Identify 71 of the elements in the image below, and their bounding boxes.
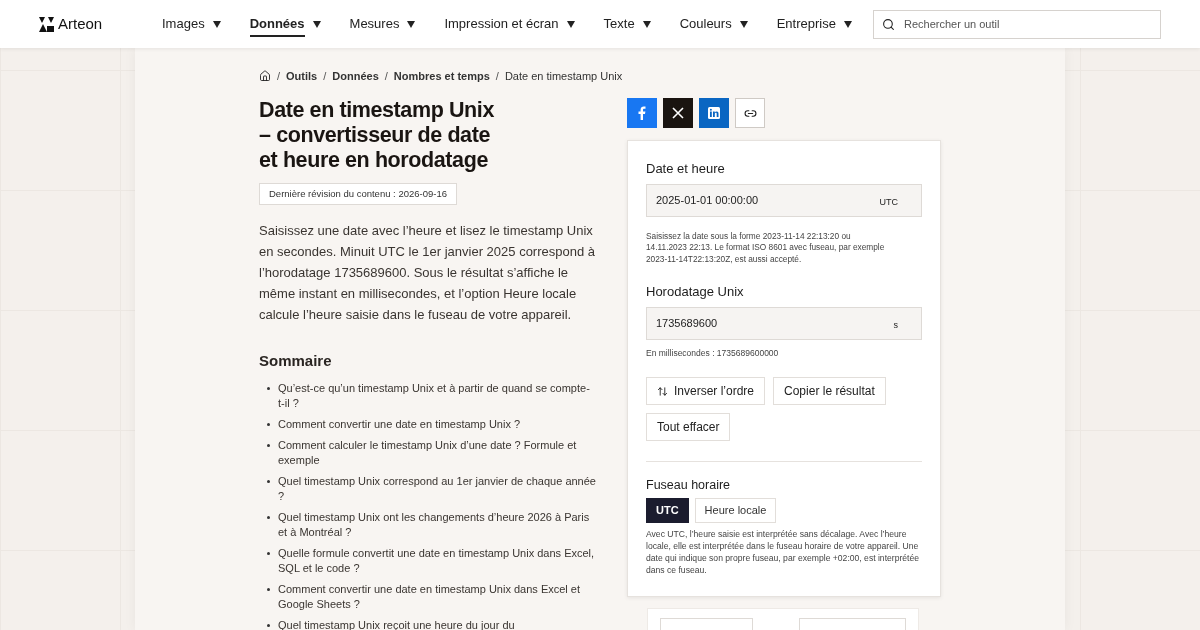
action-button[interactable]: Inverser l’ordre [646,377,766,406]
breadcrumb-link[interactable]: Outils [286,67,318,85]
breadcrumb-separator: / [384,68,388,84]
caret-icon [739,20,748,28]
nav-item[interactable]: Impression et écran [444,14,575,34]
linkedin-share-button[interactable] [699,98,729,128]
nav-item[interactable]: Entreprise [776,14,852,34]
nav-item[interactable]: Mesures [349,14,416,34]
bullet-icon [267,443,270,447]
bullet-icon [267,515,270,519]
breadcrumb-link[interactable]: Données [332,67,379,85]
caret-icon [843,20,852,28]
bullet-icon [267,386,270,390]
revision-date: Dernière révision du contenu : 2026-09-16 [259,183,457,206]
toc-link[interactable]: Qu’est-ce qu’un timestamp Unix et à partir de quand se compte-t-il ? [278,380,596,411]
timestamp-input[interactable]: 1735689600 s [646,306,922,340]
toc-link[interactable]: Comment calculer le timestamp Unix d’une date ? Formule et exemple [278,437,596,468]
caret-icon [407,20,416,28]
breadcrumb-separator: / [277,68,281,84]
breadcrumb-separator: / [323,68,327,84]
caret-icon [312,20,321,28]
unit-label: s [893,319,898,333]
unit-label: UTC [879,196,898,210]
nav-item[interactable]: Couleurs [679,14,748,34]
toc-link[interactable]: Quelle formule convertit une date en timestamp Unix dans Excel, SQL et le code ? [278,545,596,576]
home-icon[interactable] [259,70,271,82]
timezone-label: Fuseau horaire [646,477,732,495]
toc-link[interactable]: Comment convertir une date en timestamp Unix ? [278,416,596,432]
milliseconds-note: En millisecondes : 1735689600000 [646,346,780,360]
breadcrumb-current: Date en timestamp Unix [504,68,623,84]
facebook-icon [638,106,646,120]
logo-text: Arteon [58,13,103,34]
nav-item[interactable]: Texte [603,14,651,34]
bullet-icon [267,587,270,591]
timezone-note: Avec UTC, l’heure saisie est interprétée sans décalage. Avec l’heure locale, elle est interprétée dans le fuseau horaire de votre appareil. Une date qui indique son propre fuseau, par exemple +02:00, est interprétée dans ce fuseau. [646,528,921,576]
logo-icon [39,16,54,32]
field-label: Date et heure [646,160,726,178]
field-value: 1735689600 [656,315,718,331]
search-field[interactable]: Rechercher un outil [873,9,1161,39]
breadcrumb-link[interactable]: Nombres et temps [393,67,490,85]
swap-icon [657,385,668,397]
toc-link[interactable]: Comment convertir une date en timestamp Unix dans Excel et Google Sheets ? [278,581,596,612]
nav-item[interactable]: Images [162,14,221,34]
nav-item[interactable]: Données [249,11,321,37]
bullet-icon [267,479,270,483]
bullet-icon [267,551,270,555]
linkedin-icon [708,107,720,119]
bullet-icon [267,623,270,627]
breadcrumb-separator: / [495,68,499,84]
toc-heading: Sommaire [259,351,333,372]
action-button[interactable]: Copier le résultat [773,377,886,406]
x-icon [672,107,684,119]
action-button[interactable]: Tout effacer [646,413,731,442]
date-input[interactable]: 2025-01-01 00:00:00 UTC [646,183,922,217]
caret-icon [212,20,221,28]
toc-link[interactable]: Quel timestamp Unix ont les changements d’heure 2026 à Paris et à Montréal ? [278,509,596,540]
x-share-button[interactable] [663,98,693,128]
search-icon [882,17,895,31]
page-title: Date en timestamp Unix – convertisseur de date et heure en horodatage [259,98,495,173]
field-value: 2025-01-01 00:00:00 [656,192,759,208]
bullet-icon [267,422,270,426]
date-hint: Saisissez la date sous la forme 2023-11-14 22:13:20 ou 14.11.2023 22:13. Le format ISO 8601 avec fuseau, par exemple 2023-11-14T22:13:20Z, est aussi accepté. [646,230,886,265]
caret-icon [566,20,575,28]
timezone-option[interactable]: Heure locale [694,498,777,523]
copy-link-button[interactable] [735,98,765,128]
facebook-share-button[interactable] [627,98,657,128]
timezone-option[interactable]: UTC [646,498,689,523]
caret-icon [642,20,651,28]
toc-link[interactable]: Quel timestamp Unix correspond au 1er janvier de chaque année ? [278,473,596,504]
intro-paragraph: Saisissez une date avec l’heure et lisez le timestamp Unix en secondes. Minuit UTC le 1er janvier 2025 correspond à l’horodatage 1735689600. Sous le résultat s’affiche le même instant en millisecondes, et l’option Heure locale calcule l’heure saisie dans le fuseau de votre appareil. [259,222,596,325]
field-label: Horodatage Unix [646,283,745,301]
